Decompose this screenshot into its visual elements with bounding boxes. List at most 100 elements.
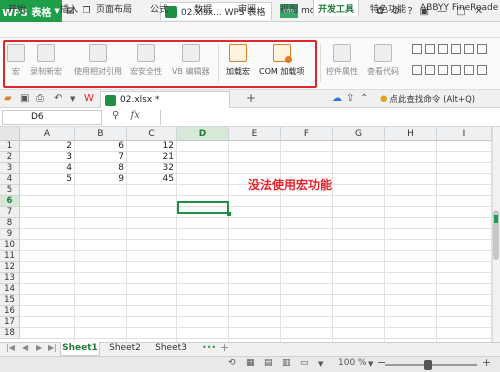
cell-c2[interactable]: 21 (127, 152, 177, 163)
tab-formulas[interactable]: 公式 (150, 0, 168, 16)
row-header-17[interactable]: 17 (0, 317, 20, 328)
row-header-3[interactable]: 3 (0, 163, 20, 174)
undo-icon[interactable]: ↶ (54, 93, 62, 104)
chevron-down-icon[interactable]: ▼ (318, 360, 323, 368)
row-header-4[interactable]: 4 (0, 174, 20, 185)
row-header-15[interactable]: 15 (0, 295, 20, 306)
column-header-i[interactable]: I (437, 127, 492, 141)
row-header-6[interactable]: 6 (0, 196, 20, 207)
first-sheet-icon[interactable]: |◀ (6, 343, 15, 352)
zoom-out-button[interactable]: − (377, 356, 386, 369)
sheet-tab-2[interactable]: Sheet2 (104, 342, 146, 356)
tab-data[interactable]: 数据 (194, 0, 212, 16)
share-icon[interactable]: ⇪ (346, 93, 354, 104)
tab-start[interactable]: 开始 (8, 0, 26, 16)
refresh-icon[interactable]: ⟲ (228, 358, 236, 368)
row-header-16[interactable]: 16 (0, 306, 20, 317)
row-header-13[interactable]: 13 (0, 273, 20, 284)
formula-input[interactable] (160, 110, 498, 125)
cell-b1[interactable]: 6 (75, 141, 127, 152)
page-break-view-icon[interactable]: ▥ (282, 358, 291, 368)
row-header-7[interactable]: 7 (0, 207, 20, 218)
row-header-10[interactable]: 10 (0, 240, 20, 251)
cell-c1[interactable]: 12 (127, 141, 177, 152)
command-search[interactable]: ● 点此查找命令 (Alt+Q) (380, 91, 475, 107)
select-all-corner[interactable] (0, 127, 20, 141)
zoom-formula-icon[interactable]: ⚲ (112, 110, 119, 121)
row-header-11[interactable]: 11 (0, 251, 20, 262)
help-icon[interactable]: ? (407, 6, 412, 17)
column-header-d[interactable]: D (177, 127, 229, 141)
zoom-in-button[interactable]: + (482, 356, 491, 369)
row-header-2[interactable]: 2 (0, 152, 20, 163)
open-folder-icon[interactable]: ▰ (4, 93, 12, 104)
row-header-9[interactable]: 9 (0, 229, 20, 240)
control-properties-button[interactable]: 控件属性 (326, 44, 358, 77)
column-header-c[interactable]: C (127, 127, 177, 141)
label-control-icon[interactable] (451, 44, 461, 54)
view-code-button[interactable]: 查看代码 (367, 44, 399, 77)
cell-b3[interactable]: 8 (75, 163, 127, 174)
combobox-control-icon[interactable] (412, 64, 422, 75)
name-box[interactable]: D6 (2, 110, 102, 125)
row-header-1[interactable]: 1 (0, 141, 20, 152)
listbox-control-icon[interactable] (425, 44, 435, 54)
cell-a4[interactable]: 5 (20, 174, 75, 185)
column-header-g[interactable]: G (333, 127, 385, 141)
pages-icon[interactable]: ❐ (83, 6, 91, 16)
page-layout-view-icon[interactable]: ▤ (264, 358, 273, 368)
normal-view-icon[interactable]: ▦ (246, 358, 255, 368)
file-tab[interactable]: 02.xlsx * (100, 91, 230, 108)
tab-view[interactable]: 视图 (280, 0, 298, 16)
more-sheets-icon[interactable]: ••• (202, 343, 216, 352)
toggle-control-icon[interactable] (477, 64, 487, 75)
row-header-5[interactable]: 5 (0, 185, 20, 196)
row-header-18[interactable]: 18 (0, 328, 20, 339)
next-sheet-icon[interactable]: ▶ (36, 343, 42, 352)
column-header-e[interactable]: E (229, 127, 281, 141)
frame-control-icon[interactable] (464, 64, 474, 75)
column-header-b[interactable]: B (75, 127, 127, 141)
tab-special-features[interactable]: 特色功能 (370, 0, 406, 16)
cell-c4[interactable]: 45 (127, 174, 177, 185)
spinner-control-icon[interactable] (425, 64, 435, 75)
tab-developer-tools[interactable]: 开发工具 (313, 0, 360, 16)
cell-c3[interactable]: 32 (127, 163, 177, 174)
cell-a1[interactable]: 2 (20, 141, 75, 152)
last-sheet-icon[interactable]: ▶| (48, 343, 57, 352)
cell-b4[interactable]: 9 (75, 174, 127, 185)
column-header-a[interactable]: A (20, 127, 75, 141)
chevron-down-icon[interactable]: ▼ (70, 95, 75, 103)
tab-page-layout[interactable]: 页面布局 (96, 0, 132, 16)
cell-a3[interactable]: 4 (20, 163, 75, 174)
button-control-icon[interactable] (438, 44, 448, 54)
save-icon[interactable]: ▣ (20, 93, 29, 104)
image-control-icon[interactable] (438, 64, 448, 75)
print-icon[interactable]: ⎙ (36, 93, 44, 104)
add-sheet-button[interactable]: + (220, 341, 229, 354)
zoom-slider-handle[interactable] (424, 360, 432, 370)
tab-review[interactable]: 审阅 (238, 0, 256, 16)
tab-insert[interactable]: 插入 (60, 0, 78, 16)
row-header-12[interactable]: 12 (0, 262, 20, 273)
radio-control-icon[interactable] (477, 44, 487, 54)
active-cell-d6[interactable] (177, 201, 231, 216)
new-tab-button[interactable]: + (246, 91, 256, 105)
tab-abbyy-finereader[interactable]: ABBYY FineReade (420, 0, 498, 16)
expand-icon[interactable]: ⌃ (360, 93, 368, 104)
cell-b2[interactable]: 7 (75, 152, 127, 163)
prev-sheet-icon[interactable]: ◀ (22, 343, 28, 352)
cell-a2[interactable]: 3 (20, 152, 75, 163)
column-header-f[interactable]: F (281, 127, 333, 141)
reading-mode-icon[interactable]: ▭ (300, 358, 309, 368)
row-header-8[interactable]: 8 (0, 218, 20, 229)
sheet-tab-3[interactable]: Sheet3 (150, 342, 192, 356)
zoom-level[interactable]: 100 % (338, 358, 367, 368)
sheet-tab-1[interactable]: Sheet1 (60, 342, 100, 356)
row-header-14[interactable]: 14 (0, 284, 20, 295)
cloud-icon[interactable]: ☁ (332, 93, 342, 104)
textbox-control-icon[interactable] (451, 64, 461, 75)
scrollbar-control-icon[interactable] (464, 44, 474, 54)
spreadsheet-grid[interactable]: ABCDEFGHI 1 2 3 4 5 6 7 8 9 10 11 12 13 14 15 16 17 18 26… (0, 127, 492, 342)
fx-icon[interactable]: fx (131, 110, 140, 121)
